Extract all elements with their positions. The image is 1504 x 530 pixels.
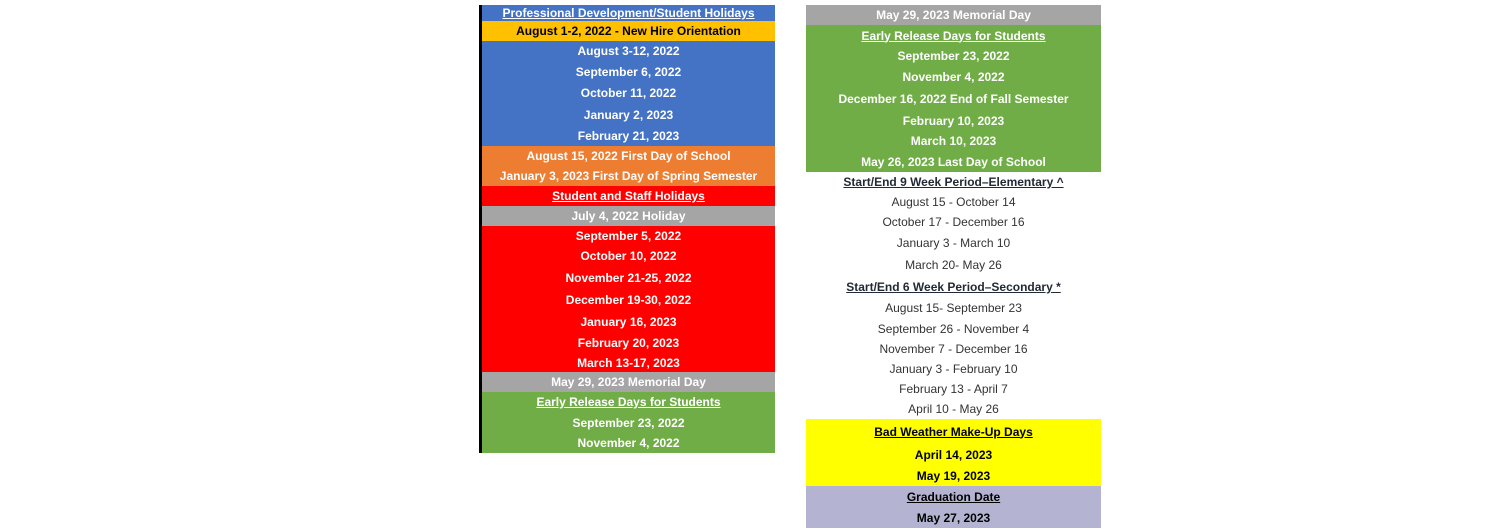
calendar-entry-text: February 13 - April 7 [899, 382, 1008, 396]
calendar-entry: January 16, 2023 [482, 311, 775, 332]
calendar-entry-text: February 21, 2023 [577, 129, 680, 143]
calendar-entry-text: October 17 - December 16 [882, 215, 1025, 229]
section-header-text: Professional Development/Student Holiday… [502, 6, 755, 20]
calendar-entry: January 3 - February 10 [806, 359, 1101, 379]
calendar-entry-text: December 16, 2022 End of Fall Semester [838, 92, 1069, 106]
calendar-entry: September 26 - November 4 [806, 319, 1101, 339]
section-header-text: Graduation Date [906, 489, 1001, 504]
calendar-entry-text: January 2, 2023 [583, 108, 674, 122]
calendar-entry-text: March 10, 2023 [910, 134, 997, 148]
calendar-entry-text: May 19, 2023 [916, 468, 991, 483]
calendar-entry: February 10, 2023 [806, 111, 1101, 131]
section-header: Early Release Days for Students [806, 25, 1101, 46]
calendar-entry: April 14, 2023 [806, 444, 1101, 465]
calendar-entry-text: February 10, 2023 [902, 114, 1005, 128]
section-header-text: Bad Weather Make-Up Days [874, 424, 1033, 439]
section-header-text: Start/End 6 Week Period–Secondary * [846, 280, 1061, 294]
calendar-entry-text: January 3, 2023 First Day of Spring Seme… [499, 169, 758, 183]
calendar-entry: February 20, 2023 [482, 332, 775, 353]
calendar-entry-text: August 15- September 23 [885, 301, 1022, 315]
calendar-entry: May 29, 2023 Memorial Day [482, 372, 775, 392]
calendar-entry: September 6, 2022 [482, 61, 775, 82]
calendar-entry: October 17 - December 16 [806, 212, 1101, 232]
calendar-entry-text: May 26, 2023 Last Day of School [861, 154, 1046, 169]
calendar-entry: August 15, 2022 First Day of School [482, 146, 775, 166]
calendar-entry: May 27, 2023 [806, 507, 1101, 528]
calendar-entry: March 13-17, 2023 [482, 353, 775, 372]
calendar-entry-text: August 15, 2022 First Day of School [526, 149, 731, 163]
section-header-text: Start/End 9 Week Period–Elementary ^ [843, 175, 1064, 189]
section-header: Start/End 9 Week Period–Elementary ^ [806, 172, 1101, 192]
calendar-entry: December 16, 2022 End of Fall Semester [806, 87, 1101, 111]
calendar-entry-text: May 27, 2023 [916, 510, 991, 525]
calendar-entry-text: September 5, 2022 [575, 228, 682, 243]
calendar-entry: March 10, 2023 [806, 131, 1101, 151]
calendar-entry-text: November 4, 2022 [902, 69, 1005, 84]
calendar-entry: January 2, 2023 [482, 104, 775, 126]
calendar-entry-text: November 7 - December 16 [879, 342, 1028, 356]
calendar-entry-text: August 3-12, 2022 [577, 44, 680, 58]
calendar-entry-text: May 29, 2023 Memorial Day [551, 375, 706, 389]
calendar-entry-text: January 16, 2023 [580, 314, 677, 329]
calendar-entry: January 3 - March 10 [806, 232, 1101, 253]
calendar-entry: August 1-2, 2022 - New Hire Orientation [482, 21, 775, 41]
calendar-entry-text: September 26 - November 4 [877, 322, 1030, 336]
calendar-entry-text: November 21-25, 2022 [565, 271, 692, 285]
calendar-entry-text: August 15 - October 14 [891, 195, 1016, 209]
calendar-entry: November 21-25, 2022 [482, 267, 775, 289]
section-header: Start/End 6 Week Period–Secondary * [806, 277, 1101, 297]
calendar-entry-text: October 11, 2022 [580, 86, 677, 100]
section-header: Bad Weather Make-Up Days [806, 419, 1101, 444]
calendar-entry-text: March 20- May 26 [905, 258, 1002, 272]
calendar-entry: August 15 - October 14 [806, 192, 1101, 212]
section-header: Professional Development/Student Holiday… [482, 5, 775, 21]
calendar-entry: July 4, 2022 Holiday [482, 206, 775, 226]
calendar-entry-text: August 1-2, 2022 - New Hire Orientation [516, 24, 741, 38]
calendar-entry-text: December 19-30, 2022 [565, 293, 692, 307]
calendar-entry: February 21, 2023 [482, 126, 775, 146]
calendar-entry: November 7 - December 16 [806, 339, 1101, 359]
calendar-entry: January 3, 2023 First Day of Spring Seme… [482, 166, 775, 186]
calendar-entry: May 19, 2023 [806, 465, 1101, 486]
calendar-entry-text: January 3 - February 10 [889, 362, 1018, 376]
right-calendar-column: May 29, 2023 Memorial Day Early Release D… [806, 5, 1101, 528]
calendar-entry-text: October 10, 2022 [580, 249, 677, 263]
calendar-entry: February 13 - April 7 [806, 379, 1101, 399]
calendar-entry: April 10 - May 26 [806, 399, 1101, 419]
section-header: Early Release Days for Students [482, 392, 775, 412]
calendar-entry-text: September 6, 2022 [575, 64, 682, 79]
calendar-entry-text: September 23, 2022 [572, 415, 685, 430]
section-header-text: Early Release Days for Students [861, 28, 1046, 43]
calendar-entry: November 4, 2022 [482, 433, 775, 453]
section-header-text: Early Release Days for Students [536, 395, 721, 409]
calendar-entry-text: April 10 - May 26 [908, 402, 999, 416]
calendar-entry-text: April 14, 2023 [914, 447, 993, 462]
calendar-entry-text: January 3 - March 10 [896, 235, 1011, 250]
calendar-entry: May 29, 2023 Memorial Day [806, 5, 1101, 25]
calendar-entry: May 26, 2023 Last Day of School [806, 151, 1101, 172]
calendar-entry-text: September 23, 2022 [897, 49, 1010, 63]
calendar-entry: November 4, 2022 [806, 66, 1101, 87]
section-header: Student and Staff Holidays [482, 186, 775, 206]
calendar-entry: March 20- May 26 [806, 253, 1101, 277]
calendar-entry-text: March 13-17, 2023 [577, 355, 680, 370]
left-calendar-column: Professional Development/Student Holiday… [479, 5, 775, 453]
calendar-entry-text: July 4, 2022 Holiday [571, 209, 686, 223]
section-header: Graduation Date [806, 486, 1101, 507]
calendar-entry: August 3-12, 2022 [482, 41, 775, 61]
calendar-entry-text: February 20, 2023 [577, 335, 680, 350]
calendar-entry: September 23, 2022 [482, 412, 775, 433]
calendar-entry-text: November 4, 2022 [577, 436, 680, 450]
calendar-entry: October 10, 2022 [482, 245, 775, 267]
section-header-text: Student and Staff Holidays [552, 189, 705, 203]
calendar-entry: December 19-30, 2022 [482, 289, 775, 311]
calendar-entry: October 11, 2022 [482, 82, 775, 104]
calendar-entry: September 23, 2022 [806, 46, 1101, 66]
calendar-entry: August 15- September 23 [806, 297, 1101, 319]
calendar-entry-text: May 29, 2023 Memorial Day [876, 8, 1031, 22]
calendar-entry: September 5, 2022 [482, 226, 775, 245]
